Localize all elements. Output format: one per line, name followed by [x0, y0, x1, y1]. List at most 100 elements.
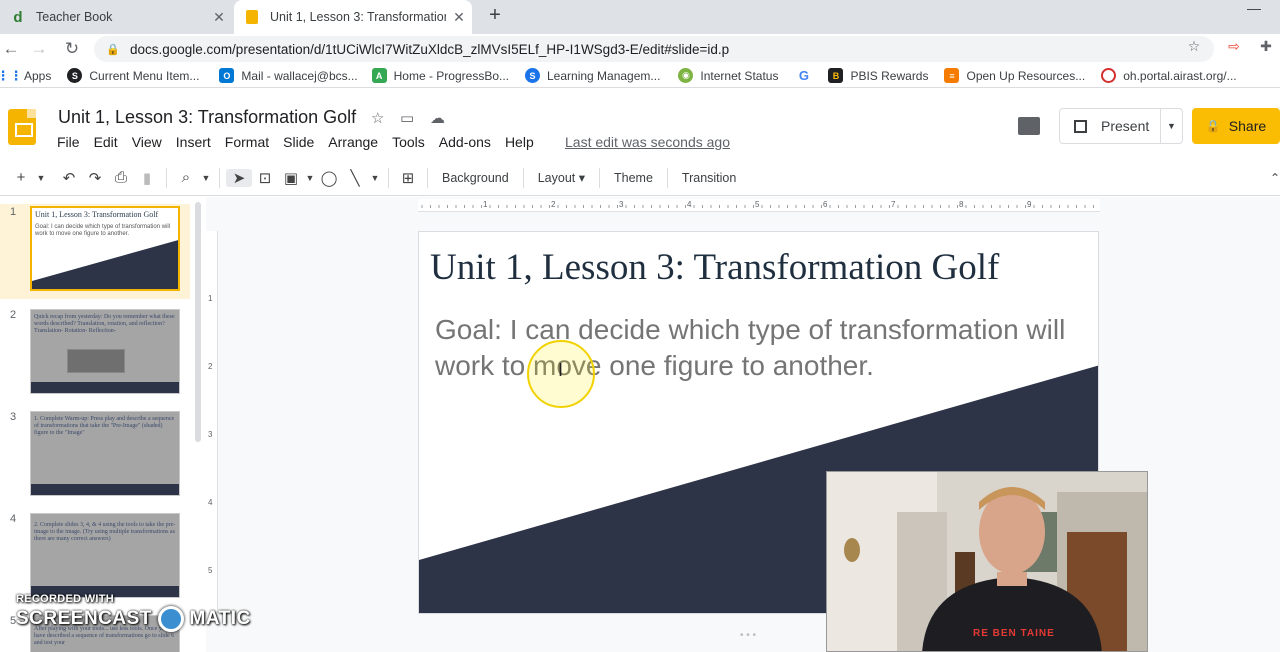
menu-insert[interactable]: Insert — [169, 134, 218, 150]
ruler-label: 7 — [891, 200, 896, 209]
filmstrip-scrollbar[interactable] — [195, 202, 201, 442]
close-tab-icon[interactable]: ✕ — [206, 9, 232, 26]
slide-thumbnail-1[interactable]: Unit 1, Lesson 3: Transformation Golf Go… — [30, 206, 180, 291]
comment-history-icon[interactable] — [1018, 117, 1040, 135]
thumb-title: Unit 1, Lesson 3: Transformation Golf — [35, 210, 159, 219]
new-slide-plus-icon[interactable]: + — [8, 169, 34, 186]
bookmarks-bar: ⋮⋮ Apps S Current Menu Item... O Mail - … — [0, 64, 1280, 88]
menu-view[interactable]: View — [125, 134, 169, 150]
slide-number: 4 — [10, 513, 17, 525]
text-box-icon[interactable]: ⊡ — [252, 169, 278, 187]
menu-tools[interactable]: Tools — [385, 134, 432, 150]
move-folder-icon[interactable]: ▭ — [400, 109, 414, 127]
bookmark-google[interactable]: G — [796, 64, 818, 88]
toolbar-divider — [522, 167, 524, 188]
pbis-icon: B — [828, 68, 844, 83]
text-cursor-ibeam-icon: I — [558, 360, 564, 380]
ruler-label: 5 — [755, 200, 760, 209]
menu-file[interactable]: File — [50, 134, 87, 150]
toolbar-divider — [388, 167, 389, 188]
slide-thumbnail-4[interactable]: 2. Complete slides 3, 4, & 4 using the t… — [30, 513, 180, 598]
reload-icon[interactable]: ↻ — [61, 38, 83, 60]
present-dropdown-icon[interactable]: ▼ — [1160, 109, 1182, 143]
bookmark-pbis-rewards[interactable]: B PBIS Rewards — [828, 64, 928, 88]
zoom-icon[interactable]: ⌕ — [173, 169, 199, 186]
menu-help[interactable]: Help — [498, 134, 541, 150]
menu-edit[interactable]: Edit — [87, 134, 125, 150]
present-label: Present — [1101, 118, 1150, 134]
background-button[interactable]: Background — [434, 171, 517, 185]
toolbar-divider — [599, 167, 600, 188]
back-arrow-icon[interactable]: ← — [0, 38, 22, 60]
menu-add-ons[interactable]: Add-ons — [432, 134, 498, 150]
paint-format-icon[interactable]: ▮ — [134, 169, 160, 187]
transition-button[interactable]: Transition — [674, 171, 744, 185]
zoom-dropdown-icon[interactable]: ▼ — [199, 173, 213, 183]
layout-button[interactable]: Layout ▾ — [530, 170, 593, 185]
tab-title: Teacher Book — [36, 10, 113, 24]
bookmark-learning-management[interactable]: S Learning Managem... — [525, 64, 660, 88]
resize-handle-dots[interactable]: • • • — [740, 630, 756, 641]
outlook-icon: O — [219, 68, 235, 83]
watermark-brand: SCREENCAST MATIC — [16, 606, 251, 632]
last-edit-link[interactable]: Last edit was seconds ago — [565, 134, 730, 150]
cloud-saved-icon: ☁ — [430, 110, 445, 127]
line-dropdown-icon[interactable]: ▼ — [368, 173, 382, 183]
theme-button[interactable]: Theme — [606, 171, 661, 185]
vertical-ruler: 1 2 3 4 5 — [205, 231, 218, 613]
browser-tab-teacher-book[interactable]: d Teacher Book ✕ — [0, 0, 232, 34]
close-tab-icon[interactable]: ✕ — [446, 9, 472, 26]
tab-title: Unit 1, Lesson 3: Transformation — [270, 10, 446, 24]
shape-icon[interactable]: ◯ — [316, 169, 342, 187]
toolbar-divider — [219, 167, 220, 188]
bookmark-mail[interactable]: O Mail - wallacej@bcs... — [219, 64, 358, 88]
slide-number: 1 — [10, 206, 17, 218]
bookmark-current-menu[interactable]: S Current Menu Item... — [67, 64, 199, 88]
url-field[interactable]: 🔒 docs.google.com/presentation/d/1tUCiWl… — [94, 36, 1214, 62]
bookmark-internet-status[interactable]: ◉ Internet Status — [678, 64, 778, 88]
slides-logo-icon[interactable] — [8, 109, 36, 145]
slide-thumbnail-2[interactable]: Quick recap from yesterday: Do you remem… — [30, 309, 180, 394]
menu-slide[interactable]: Slide — [276, 134, 321, 150]
bookmark-open-up[interactable]: ≡ Open Up Resources... — [944, 64, 1085, 88]
new-tab-plus-icon[interactable]: + — [484, 4, 506, 27]
screencast-extension-icon[interactable]: ⇨ — [1224, 36, 1244, 56]
extensions-puzzle-icon[interactable]: ✚ — [1256, 36, 1276, 56]
present-button[interactable]: Present ▼ — [1059, 108, 1183, 144]
share-button[interactable]: 🔒 Share — [1192, 108, 1280, 144]
undo-icon[interactable]: ↶ — [56, 169, 82, 187]
document-title[interactable]: Unit 1, Lesson 3: Transformation Golf — [58, 107, 356, 128]
add-comment-icon[interactable]: ⊞ — [395, 169, 421, 187]
window-minimize-icon[interactable]: — — [1228, 0, 1280, 20]
google-icon: G — [798, 68, 810, 83]
bookmark-star-icon[interactable]: ☆ — [1184, 36, 1204, 56]
ruler-label: 1 — [483, 200, 488, 209]
slide-title-text[interactable]: Unit 1, Lesson 3: Transformation Golf — [430, 246, 999, 289]
menu-format[interactable]: Format — [218, 134, 276, 150]
slide-thumbnail-3[interactable]: 1. Complete Warm-up: Press play and desc… — [30, 411, 180, 496]
ruler-label: 6 — [823, 200, 828, 209]
bookmark-apps[interactable]: ⋮⋮ Apps — [0, 64, 51, 88]
webcam-video-frame — [827, 472, 1147, 651]
forward-arrow-icon[interactable]: → — [28, 38, 50, 60]
watermark-recorded-with: RECORDED WITH — [16, 593, 115, 605]
star-icon[interactable]: ☆ — [371, 109, 384, 127]
bookmark-airast-portal[interactable]: oh.portal.airast.org/... — [1101, 64, 1237, 88]
slides-favicon-icon — [244, 9, 260, 25]
thumb-text: 1. Complete Warm-up: Press play and desc… — [34, 416, 175, 436]
ruler-label: 5 — [208, 566, 213, 575]
line-icon[interactable]: ╲ — [342, 169, 368, 187]
print-icon[interactable]: ⎙ — [108, 169, 134, 186]
menu-bar: File Edit View Insert Format Slide Arran… — [50, 134, 541, 150]
new-slide-dropdown-icon[interactable]: ▼ — [34, 173, 48, 183]
toolbar-divider — [427, 167, 428, 188]
openup-icon: ≡ — [944, 68, 960, 83]
image-dropdown-icon[interactable]: ▼ — [304, 173, 316, 183]
menu-arrange[interactable]: Arrange — [321, 134, 385, 150]
select-cursor-icon[interactable]: ➤ — [226, 168, 252, 187]
redo-icon[interactable]: ↷ — [82, 169, 108, 187]
image-icon[interactable]: ▣ — [278, 169, 304, 187]
bookmark-progressbook[interactable]: A Home - ProgressBo... — [371, 64, 509, 88]
collapse-toolbar-chevron-icon[interactable]: ⌃ — [1262, 171, 1280, 185]
browser-tab-slides[interactable]: Unit 1, Lesson 3: Transformation ✕ — [234, 0, 472, 34]
